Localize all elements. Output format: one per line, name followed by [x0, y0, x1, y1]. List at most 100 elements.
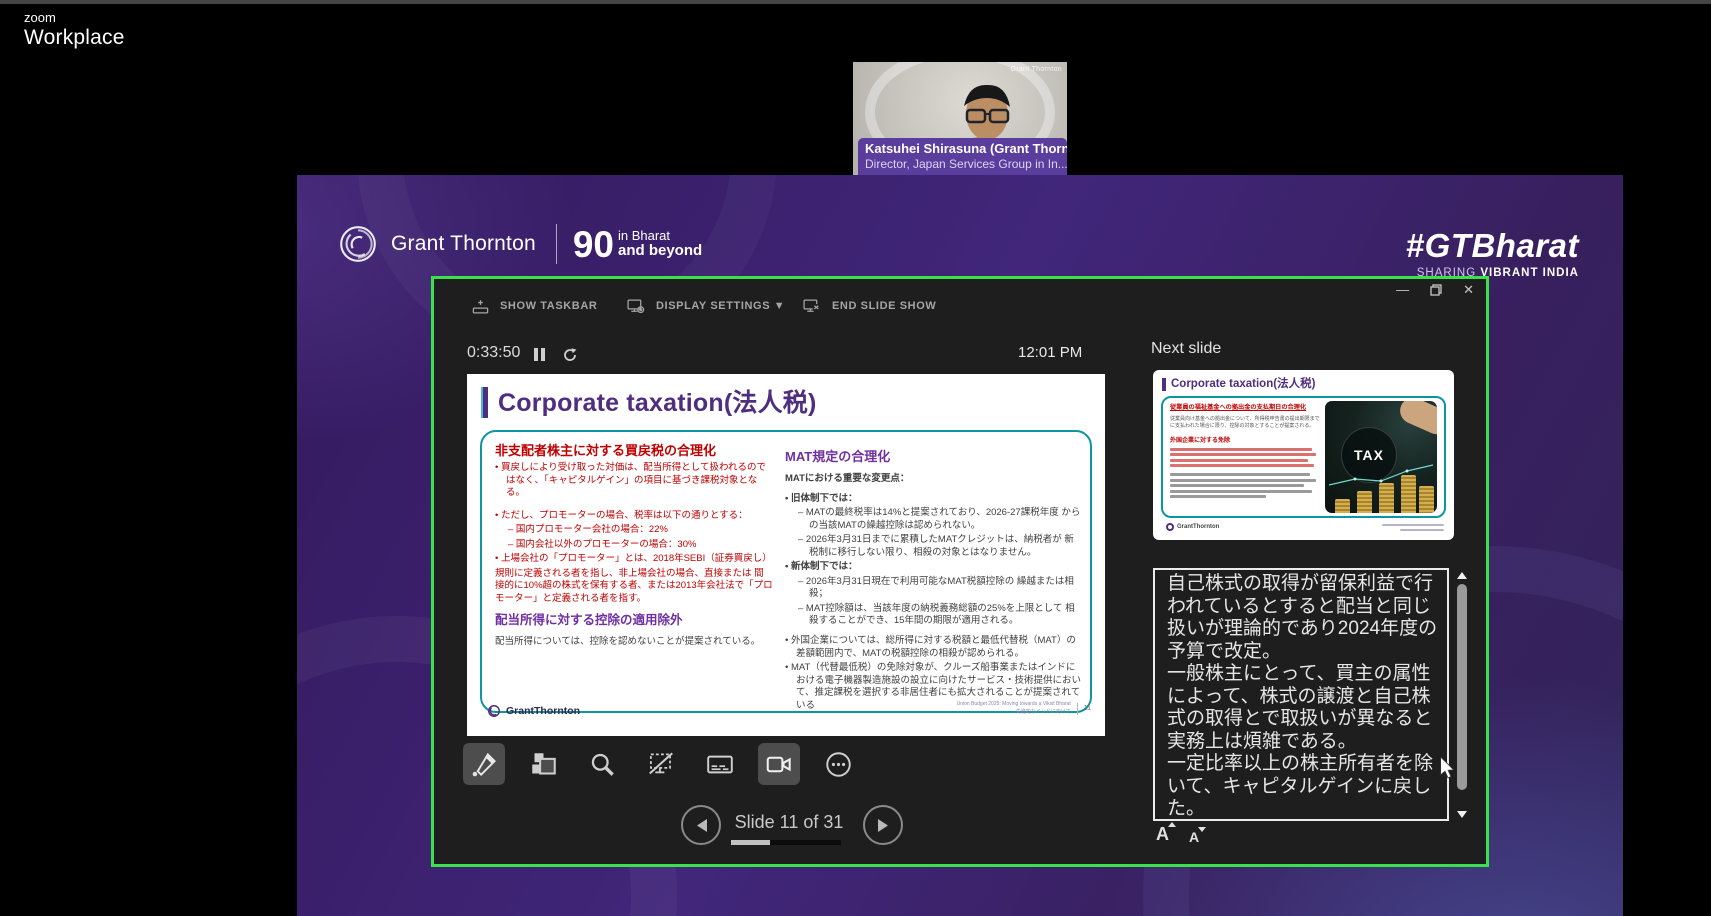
text-line-skeleton	[1170, 459, 1308, 462]
window-controls: — ✕	[1396, 283, 1474, 296]
end-slideshow-button[interactable]: END SLIDE SHOW	[802, 296, 936, 316]
notes-font-controls: A A	[1156, 824, 1199, 845]
thumb-body1: 従業員向け基金への拠出金について、所得税申告書の提出期限までに支払われた場合に限…	[1170, 416, 1320, 430]
text-line-skeleton	[1170, 484, 1304, 487]
scroll-down-arrow-icon[interactable]	[1457, 811, 1467, 818]
next-arrow-icon	[877, 818, 890, 833]
current-time: 12:01 PM	[1018, 344, 1082, 361]
captions-icon	[706, 751, 734, 778]
slide-text: • ただし、プロモーターの場合、税率は以下の通りとする：	[495, 510, 773, 523]
notes-line: 実務上は煩雑である。	[1167, 731, 1439, 754]
grant-thornton-branding: Grant Thornton 90 in Bharat and beyond	[337, 223, 702, 265]
speaker-notes-panel[interactable]: 自己株式の取得が留保利益で行 われているとすると配当と同じ 扱いが理論的であり2…	[1153, 568, 1449, 821]
show-taskbar-label: SHOW TASKBAR	[500, 300, 597, 312]
anniversary-line1: in Bharat	[618, 229, 702, 243]
slideshow-timer: 0:33:50	[467, 344, 520, 362]
text-line-skeleton	[1170, 490, 1312, 493]
text-line-skeleton	[1170, 495, 1266, 498]
slide-text: 規則に定義される者を指し、非上場会社の場合、直接または 間接的に10%超の株式を…	[495, 568, 773, 606]
close-button[interactable]: ✕	[1463, 283, 1474, 296]
previous-arrow-icon	[695, 818, 708, 833]
scroll-up-arrow-icon[interactable]	[1457, 572, 1467, 579]
notes-line: 扱いが理論的であり2024年度の	[1167, 618, 1439, 641]
slide-text: • 買戻しにより受け取った対価は、配当所得として扱われるのではなく、「キャピタル…	[495, 462, 773, 500]
captions-button[interactable]	[699, 743, 741, 785]
anniversary-line2: and beyond	[618, 243, 702, 259]
minimize-button[interactable]: —	[1396, 283, 1409, 296]
thumb-title-accent-bar	[1162, 378, 1166, 391]
black-screen-button[interactable]	[640, 743, 682, 785]
coin-stack	[1379, 483, 1394, 513]
video-watermark: Grant Thornton	[1010, 66, 1062, 73]
participant-role: Director, Japan Services Group in In...	[865, 157, 1060, 171]
slide-footer-logo: GrantThornton	[487, 704, 580, 718]
see-all-slides-button[interactable]	[522, 743, 564, 785]
slide-page-number: 11	[1084, 705, 1091, 712]
slide-footer-reference: Union Budget 2025: Moving towards a Viks…	[957, 701, 1091, 716]
slide-heading: MAT規定の合理化	[785, 448, 1083, 465]
grant-thornton-logo-icon	[337, 223, 379, 265]
current-slide: Corporate taxation(法人税) 非支配者株主に対する買戻税の合理…	[467, 374, 1105, 736]
slide-text: • 新体制下では：	[785, 561, 1083, 574]
laser-pointer-button[interactable]	[463, 743, 505, 785]
slide-title-accent-bar	[481, 387, 488, 418]
mouse-cursor	[1439, 757, 1456, 779]
zoom-into-slide-button[interactable]	[581, 743, 623, 785]
camera-button[interactable]	[758, 743, 800, 785]
display-settings-button[interactable]: DISPLAY SETTINGS ▼	[626, 296, 785, 316]
thumb-slide-title: Corporate taxation(法人税)	[1171, 375, 1315, 391]
pause-timer-button[interactable]	[533, 347, 546, 362]
laser-pointer-icon	[471, 751, 498, 778]
more-options-icon	[825, 751, 852, 778]
next-slide-button[interactable]	[863, 805, 903, 845]
increase-font-label: A	[1156, 824, 1169, 844]
text-line-skeleton	[1382, 524, 1444, 526]
grant-thornton-wordmark: Grant Thornton	[391, 232, 536, 256]
next-slide-header: Next slide	[1151, 340, 1221, 358]
slide-text: – MATの最終税率は14%と提案されており、2026-27課税年度 からの当該…	[785, 507, 1083, 532]
slide-title: Corporate taxation(法人税)	[498, 383, 817, 419]
camera-icon	[765, 751, 793, 778]
slide-text: – 2026年3月31日までに累積したMATクレジットは、納税者が 新税制に移行…	[785, 534, 1083, 559]
powerpoint-presenter-window: — ✕ SHOW TASKBAR DISPLAY SETTINGS ▼	[431, 276, 1489, 867]
notes-line: 一定比率以上の株主所有者を除	[1167, 753, 1439, 776]
restart-timer-button[interactable]	[562, 347, 578, 363]
slide-progress-fill	[731, 840, 770, 845]
participant-name: Katsuhei Shirasuna (Grant Thornt...	[865, 141, 1060, 157]
restore-button[interactable]	[1430, 284, 1442, 296]
taskbar-icon	[471, 297, 490, 316]
coin-stack	[1357, 491, 1372, 513]
slide-text: 配当所得については、控除を認めないことが提案されている。	[495, 636, 773, 649]
slide-text: • 外国企業については、総所得に対する税額と最低代替税（MAT）の差額範囲内で、…	[785, 635, 1083, 660]
gtbharat-hashtag: #GTBharat	[1406, 227, 1579, 265]
thumb-heading1: 従業員の福祉基金への拠出金の支払期日の合理化	[1170, 404, 1320, 412]
slide-heading: 非支配者株主に対する買戻税の合理化	[495, 442, 773, 459]
slide-text: – 2026年3月31日現在で利用可能なMAT税額控除の 繰越または相殺；	[785, 576, 1083, 601]
notes-line: によって、株式の譲渡と自己株	[1167, 686, 1439, 709]
tagline-bold: VIBRANT INDIA	[1480, 267, 1579, 279]
scrollbar-thumb[interactable]	[1457, 584, 1467, 790]
thumb-tax-photo: TAX	[1325, 401, 1437, 513]
decrease-font-button[interactable]: A	[1189, 829, 1199, 845]
participant-video-tile[interactable]: Grant Thornton Katsuhei Shirasuna (Grant…	[853, 62, 1067, 175]
notes-line: 式の取得とで取扱いが異なると	[1167, 708, 1439, 731]
notes-line: 一般株主にとって、買主の属性	[1167, 663, 1439, 686]
presenter-bottom-toolbar	[463, 743, 859, 785]
increase-font-button[interactable]: A	[1156, 824, 1169, 845]
text-line-skeleton	[1170, 479, 1316, 482]
slide-text: – 国内プロモーター会社の場合：22%	[495, 524, 773, 537]
text-line-skeleton	[1170, 473, 1310, 476]
text-line-skeleton	[1400, 529, 1444, 531]
slide-text: – 国内会社以外のプロモーターの場合：30%	[495, 539, 773, 552]
magnifier-icon	[589, 751, 616, 778]
participant-name-badge: Katsuhei Shirasuna (Grant Thornt... Dire…	[858, 138, 1067, 175]
slide-position-label: Slide 11 of 31	[714, 812, 864, 833]
caret-up-icon	[1168, 822, 1176, 827]
show-taskbar-button[interactable]: SHOW TASKBAR	[471, 296, 597, 316]
slide-right-column: MAT規定の合理化 MATにおける重要な変更点： • 旧体制下では： – MAT…	[785, 448, 1083, 714]
notes-line: 自己株式の取得が留保利益で行	[1167, 573, 1439, 596]
notes-scrollbar[interactable]	[1456, 570, 1468, 820]
thumb-footer-logo: GrantThornton	[1166, 523, 1219, 531]
more-options-button[interactable]	[817, 743, 859, 785]
slide-text: • 上場会社の「プロモーター」とは、2018年SEBI（証券買戻し）	[495, 553, 773, 566]
